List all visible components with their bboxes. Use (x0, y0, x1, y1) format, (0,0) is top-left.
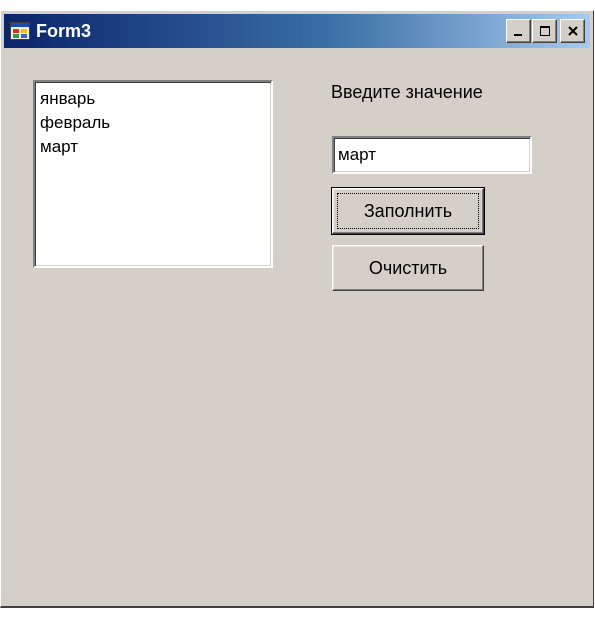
list-item[interactable]: январь (40, 87, 266, 111)
form-app-icon (10, 22, 30, 40)
maximize-button[interactable] (532, 19, 557, 43)
title-bar[interactable]: Form3 (4, 14, 590, 48)
clear-button[interactable]: Очистить (332, 245, 484, 291)
list-item[interactable]: февраль (40, 111, 266, 135)
minimize-icon (513, 25, 525, 37)
maximize-icon (539, 25, 551, 37)
list-item[interactable]: март (40, 135, 266, 159)
fill-button[interactable]: Заполнить (331, 187, 485, 235)
minimize-button[interactable] (506, 19, 531, 43)
close-button[interactable] (560, 19, 585, 43)
form3-window: Form3 январь февраль март Введите значен… (0, 10, 594, 608)
window-title: Form3 (36, 21, 92, 41)
close-icon (567, 25, 579, 37)
months-listbox[interactable]: январь февраль март (33, 80, 273, 268)
prompt-label: Введите значение (331, 82, 483, 102)
value-input[interactable] (332, 136, 532, 174)
